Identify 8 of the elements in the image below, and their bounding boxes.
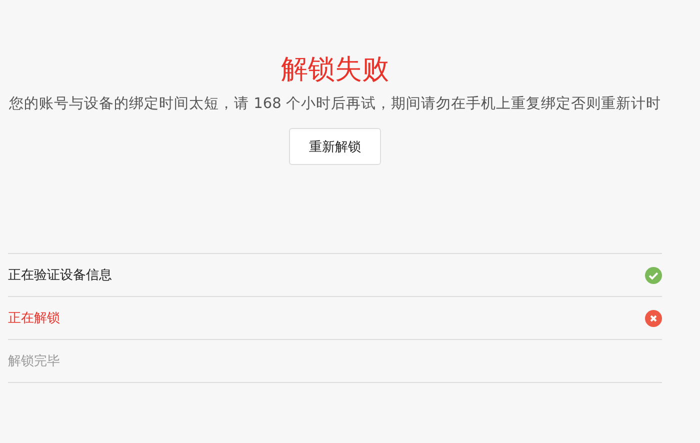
result-message: 您的账号与设备的绑定时间太短，请 168 个小时后再试，期间请勿在手机上重复绑定否则重新计时	[9, 94, 661, 114]
error-icon	[645, 310, 662, 326]
check-icon	[645, 266, 662, 284]
result-title: 解锁失败	[281, 53, 389, 87]
step-label: 正在解锁	[8, 310, 60, 327]
step-label: 解锁完毕	[8, 353, 60, 370]
step-label: 正在验证设备信息	[8, 267, 112, 284]
retry-button[interactable]: 重新解锁	[289, 128, 381, 165]
